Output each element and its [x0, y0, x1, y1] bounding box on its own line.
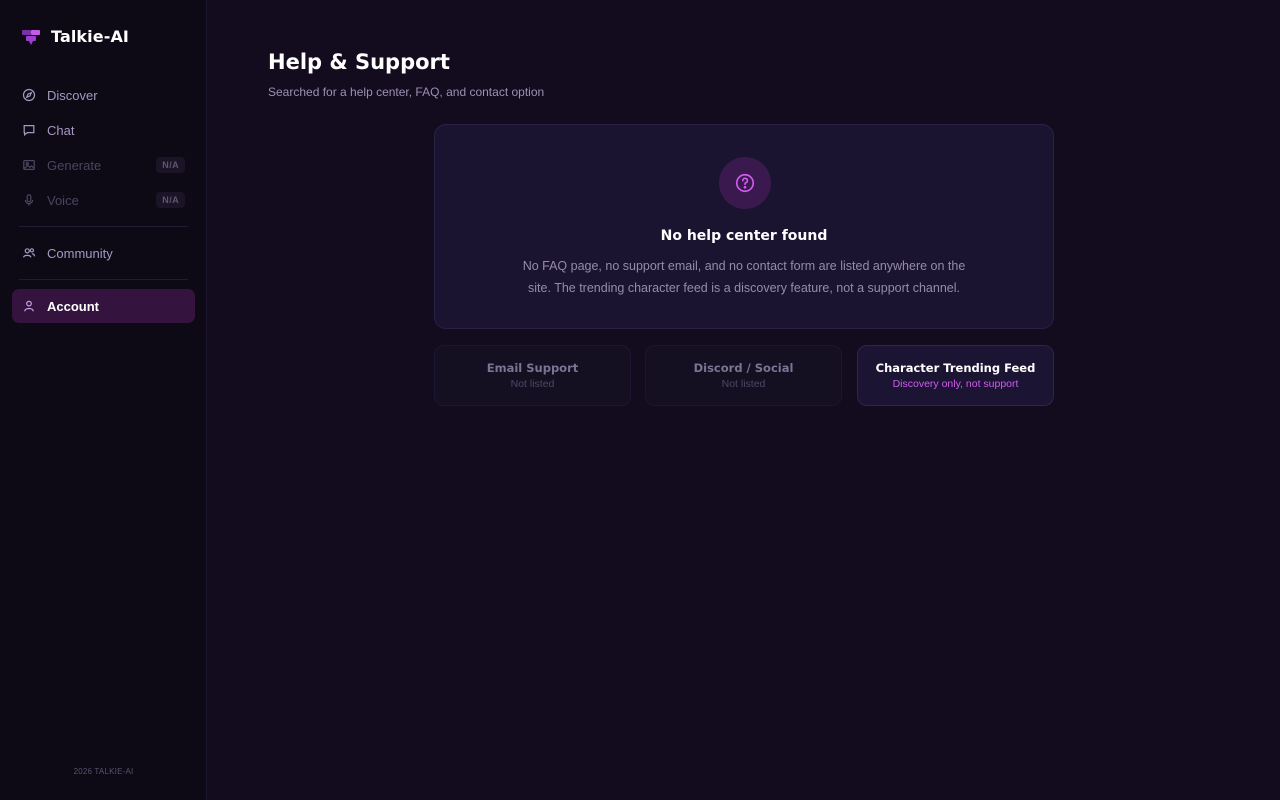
talkie-logo-icon [22, 29, 40, 45]
option-subtitle: Discovery only, not support [892, 378, 1019, 390]
empty-state-title: No help center found [660, 228, 828, 244]
brand[interactable]: Talkie-AI [22, 27, 129, 46]
sidebar-item-voice[interactable]: Voice N/A [12, 183, 195, 217]
option-title: Discord / Social [693, 361, 794, 375]
sidebar-nav: Discover Chat Generate N/A Voice N/A Com… [12, 78, 195, 324]
chat-bubble-icon [22, 123, 36, 137]
sidebar-item-label: Chat [47, 122, 75, 138]
option-subtitle: Not listed [510, 378, 555, 390]
empty-state-icon-badge [719, 157, 771, 209]
na-badge: N/A [156, 192, 185, 208]
sidebar-item-account[interactable]: Account [12, 289, 195, 323]
copyright-footer: 2026 TALKIE-AI [73, 767, 134, 776]
question-circle-icon [735, 173, 755, 193]
option-card-discord-social[interactable]: Discord / Social Not listed [645, 345, 842, 406]
option-title: Email Support [486, 361, 579, 375]
option-card-trending-feed[interactable]: Character Trending Feed Discovery only, … [857, 345, 1054, 406]
sidebar-item-generate[interactable]: Generate N/A [12, 148, 195, 182]
sidebar-item-label: Discover [47, 87, 98, 103]
sidebar-item-discover[interactable]: Discover [12, 78, 195, 112]
empty-state-card: No help center found No FAQ page, no sup… [434, 124, 1054, 329]
sidebar-item-label: Generate [47, 157, 102, 173]
option-subtitle: Not listed [721, 378, 766, 390]
empty-state-description: No FAQ page, no support email, and no co… [522, 259, 966, 295]
microphone-icon [22, 193, 36, 207]
nav-divider [19, 226, 188, 227]
sidebar-item-label: Voice [47, 192, 79, 208]
compass-icon [22, 88, 36, 102]
user-icon [22, 299, 36, 313]
page-title: Help & Support [268, 50, 450, 74]
sidebar-item-chat[interactable]: Chat [12, 113, 195, 147]
sidebar-item-label: Account [47, 298, 99, 314]
brand-name: Talkie-AI [51, 27, 129, 46]
nav-divider [19, 279, 188, 280]
sidebar-item-label: Community [47, 245, 113, 261]
image-icon [22, 158, 36, 172]
option-title: Character Trending Feed [875, 361, 1036, 375]
sidebar-item-community[interactable]: Community [12, 236, 195, 270]
page-subtitle: Searched for a help center, FAQ, and con… [268, 85, 545, 99]
na-badge: N/A [156, 157, 185, 173]
sidebar: Talkie-AI Discover Chat Generate N/A Voi… [0, 0, 207, 800]
option-card-email-support[interactable]: Email Support Not listed [434, 345, 631, 406]
users-icon [22, 246, 36, 260]
